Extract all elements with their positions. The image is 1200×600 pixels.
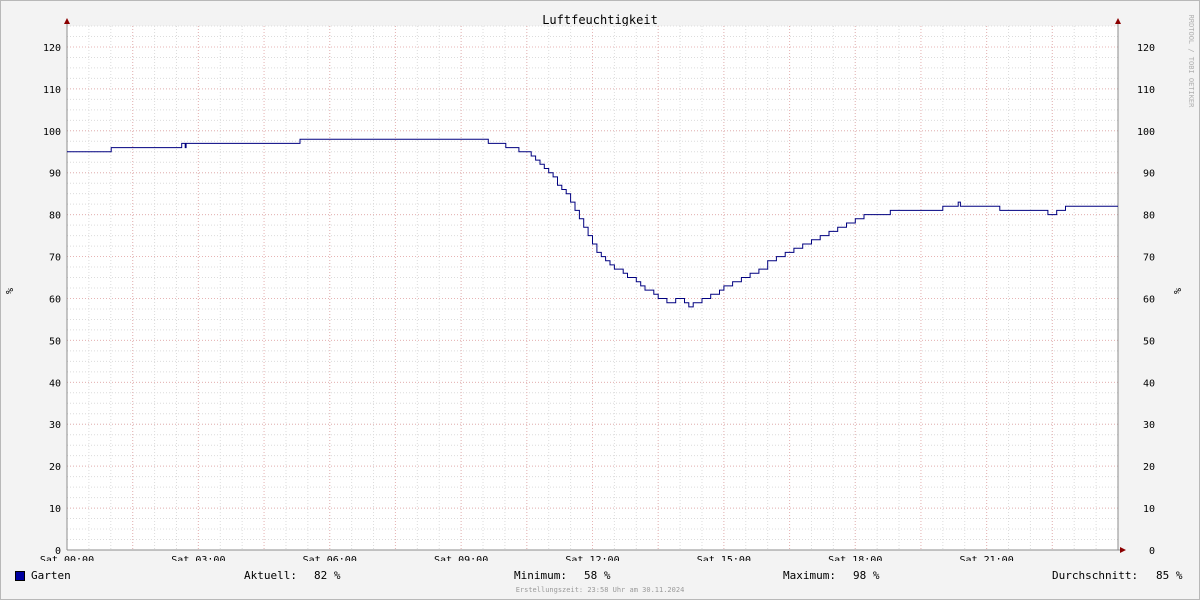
y-tick-label-left: 90 xyxy=(49,169,61,180)
y-tick-label-right: 100 xyxy=(1137,127,1155,138)
y-tick-label-right: 0 xyxy=(1149,546,1155,557)
y-tick-label-right: 20 xyxy=(1143,462,1155,473)
y-tick-label-right: 110 xyxy=(1137,85,1155,96)
chart-frame: Luftfeuchtigkeit % % RRDTOOL / TOBI OETI… xyxy=(0,0,1200,600)
humidity-chart: Luftfeuchtigkeit % % RRDTOOL / TOBI OETI… xyxy=(5,13,1195,561)
y-axis-label-left: % xyxy=(5,288,16,294)
x-tick-label: Sat 09:00 xyxy=(434,555,488,561)
y-tick-label-left: 30 xyxy=(49,420,61,431)
legend-avg-label: Durchschnitt: xyxy=(1052,569,1139,582)
y-tick-label-right: 120 xyxy=(1137,43,1155,54)
chart-title: Luftfeuchtigkeit xyxy=(542,13,658,27)
x-tick-label: Sat 12:00 xyxy=(565,555,619,561)
legend-avg-value: 85 % xyxy=(1156,569,1183,582)
legend-series-name: Garten xyxy=(31,569,71,582)
x-axis-arrow xyxy=(1120,547,1126,553)
y-tick-label-right: 40 xyxy=(1143,378,1155,389)
x-tick-label: Sat 18:00 xyxy=(828,555,882,561)
y-tick-label-right: 60 xyxy=(1143,294,1155,305)
y-tick-label-left: 10 xyxy=(49,504,61,515)
y-tick-label-right: 30 xyxy=(1143,420,1155,431)
legend-min-label: Minimum: xyxy=(514,569,567,582)
y-tick-label-left: 100 xyxy=(43,127,61,138)
y-tick-label-left: 40 xyxy=(49,378,61,389)
legend-current-label: Aktuell: xyxy=(244,569,297,582)
y-tick-label-right: 50 xyxy=(1143,336,1155,347)
y-tick-label-right: 80 xyxy=(1143,211,1155,222)
x-tick-label: Sat 21:00 xyxy=(960,555,1014,561)
legend-max-value: 98 % xyxy=(853,569,880,582)
y-tick-label-right: 10 xyxy=(1143,504,1155,515)
y-tick-label-left: 80 xyxy=(49,211,61,222)
x-tick-label: Sat 00:00 xyxy=(40,555,94,561)
rrdtool-watermark: RRDTOOL / TOBI OETIKER xyxy=(1187,15,1195,109)
x-tick-label: Sat 15:00 xyxy=(697,555,751,561)
legend-max-label: Maximum: xyxy=(783,569,836,582)
y-tick-label-left: 120 xyxy=(43,43,61,54)
y-axis-label-right: % xyxy=(1173,288,1184,294)
footer-timestamp: Erstellungszeit: 23:58 Uhr am 30.11.2024 xyxy=(515,586,685,594)
y-tick-label-right: 90 xyxy=(1143,169,1155,180)
y-tick-label-left: 70 xyxy=(49,253,61,264)
y-tick-label-left: 50 xyxy=(49,336,61,347)
x-tick-label: Sat 06:00 xyxy=(303,555,357,561)
legend-swatch-garten xyxy=(15,571,25,581)
y-tick-label-left: 20 xyxy=(49,462,61,473)
y-tick-label-left: 110 xyxy=(43,85,61,96)
y-tick-label-right: 70 xyxy=(1143,253,1155,264)
legend-current-value: 82 % xyxy=(314,569,341,582)
x-tick-label: Sat 03:00 xyxy=(171,555,225,561)
y-tick-label-left: 60 xyxy=(49,294,61,305)
legend-min-value: 58 % xyxy=(584,569,611,582)
y-axis-arrow-left xyxy=(64,18,70,24)
y-axis-arrow-right xyxy=(1115,18,1121,24)
